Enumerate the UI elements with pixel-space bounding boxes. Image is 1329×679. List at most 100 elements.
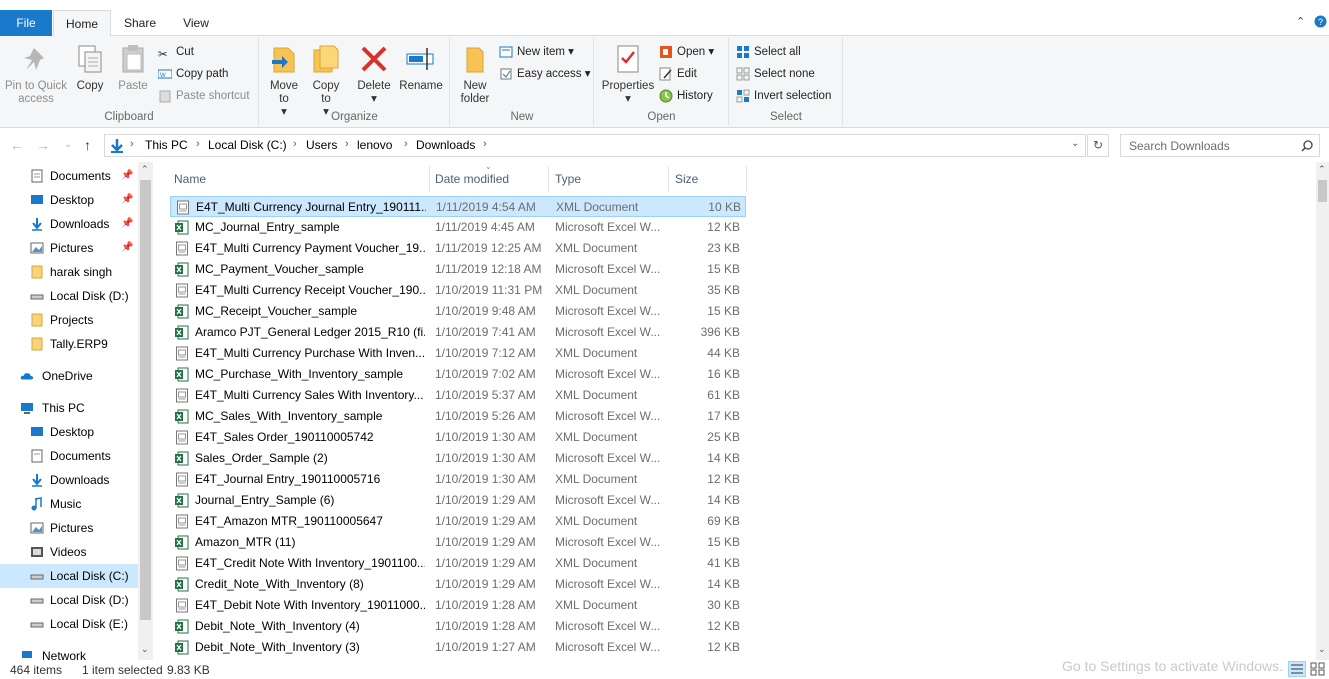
- back-arrow-icon[interactable]: ←: [10, 137, 24, 153]
- copy-path-button[interactable]: W Copy path: [158, 64, 228, 84]
- nav-quick-documents[interactable]: Documents 📌: [0, 164, 138, 188]
- nav-onedrive[interactable]: OneDrive: [0, 364, 138, 388]
- nav-scrollbar-thumb[interactable]: [140, 180, 151, 620]
- select-all-button[interactable]: Select all: [736, 42, 801, 62]
- tab-view[interactable]: View: [170, 10, 222, 36]
- help-icon[interactable]: ?: [1314, 15, 1327, 31]
- file-row[interactable]: Credit_Note_With_Inventory (8) 1/10/2019 …: [170, 574, 746, 595]
- nav-quick-downloads[interactable]: Downloads 📌: [0, 212, 138, 236]
- large-icons-view-icon[interactable]: [1310, 661, 1326, 679]
- nav-quick-pictures[interactable]: Pictures 📌: [0, 236, 138, 260]
- breadcrumb-lenovo[interactable]: lenovo: [357, 138, 392, 152]
- file-list-scrollbar[interactable]: ⌃ ⌄: [1316, 162, 1329, 660]
- nav-pc-documents[interactable]: Documents: [0, 444, 138, 468]
- file-row[interactable]: MC_Purchase_With_Inventory_sample 1/10/20…: [170, 364, 746, 385]
- copy-button[interactable]: Copy: [72, 42, 108, 93]
- file-row[interactable]: E4T_Multi Currency Sales With Inventory.…: [170, 385, 746, 406]
- nav-quick-local-disk-d[interactable]: Local Disk (D:): [0, 284, 138, 308]
- file-row[interactable]: Debit_Note_With_Inventory (3) 1/10/2019 1…: [170, 637, 746, 658]
- cut-button[interactable]: ✂ Cut: [158, 42, 194, 62]
- tab-file[interactable]: File: [0, 10, 52, 36]
- nav-scrollbar[interactable]: ⌃ ⌄: [138, 162, 153, 660]
- tab-home[interactable]: Home: [53, 10, 111, 37]
- nav-label: Projects: [50, 313, 94, 327]
- refresh-icon[interactable]: ↻: [1087, 134, 1109, 157]
- file-row[interactable]: MC_Receipt_Voucher_sample 1/10/2019 9:48 …: [170, 301, 746, 322]
- file-row[interactable]: MC_Payment_Voucher_sample 1/11/2019 12:18…: [170, 259, 746, 280]
- easy-access-button[interactable]: Easy access ▾: [499, 64, 591, 84]
- select-none-button[interactable]: Select none: [736, 64, 815, 84]
- breadcrumb-downloads[interactable]: Downloads: [416, 138, 475, 152]
- file-row[interactable]: E4T_Credit Note With Inventory_1901100..…: [170, 553, 746, 574]
- nav-quick-projects[interactable]: Projects: [0, 308, 138, 332]
- breadcrumb-local-disk-c[interactable]: Local Disk (C:): [208, 138, 287, 152]
- breadcrumb-this-pc[interactable]: This PC: [145, 138, 188, 152]
- nav-pc-local-disk-c[interactable]: Local Disk (C:): [0, 564, 138, 588]
- nav-quick-harak-singh[interactable]: harak singh: [0, 260, 138, 284]
- file-row[interactable]: Amazon_MTR (11) 1/10/2019 1:29 AM Microsof…: [170, 532, 746, 553]
- file-row[interactable]: E4T_Amazon MTR_190110005647 1/10/2019 1:2…: [170, 511, 746, 532]
- nav-network[interactable]: Network: [0, 644, 138, 660]
- paste-button[interactable]: Paste: [114, 42, 152, 93]
- nav-this-pc[interactable]: This PC: [0, 396, 138, 420]
- history-button[interactable]: History: [659, 86, 713, 106]
- properties-button[interactable]: Properties ▾: [599, 42, 657, 106]
- nav-quick-tally-erp9[interactable]: Tally.ERP9: [0, 332, 138, 356]
- scroll-up-arrow-icon[interactable]: ⌃: [141, 164, 149, 175]
- nav-pc-pictures[interactable]: Pictures: [0, 516, 138, 540]
- nav-pc-music[interactable]: Music: [0, 492, 138, 516]
- tab-share[interactable]: Share: [114, 10, 166, 36]
- file-row[interactable]: MC_Sales_With_Inventory_sample 1/10/2019 …: [170, 406, 746, 427]
- file-row[interactable]: Sales_Order_Sample (2) 1/10/2019 1:30 AM M…: [170, 448, 746, 469]
- edit-button[interactable]: Edit: [659, 64, 697, 84]
- scroll-down-arrow-icon[interactable]: ⌄: [141, 644, 149, 655]
- copy-to-button[interactable]: Copy to ▾: [308, 42, 344, 119]
- file-row[interactable]: E4T_Debit Note With Inventory_19011000..…: [170, 595, 746, 616]
- ribbon-collapse-icon[interactable]: ⌃: [1296, 15, 1305, 28]
- file-row[interactable]: Journal_Entry_Sample (6) 1/10/2019 1:29 A…: [170, 490, 746, 511]
- file-row[interactable]: E4T_Multi Currency Payment Voucher_19...…: [170, 238, 746, 259]
- nav-pc-downloads[interactable]: Downloads: [0, 468, 138, 492]
- nav-pc-local-disk-e[interactable]: Local Disk (E:): [0, 612, 138, 636]
- details-view-icon[interactable]: [1288, 661, 1306, 679]
- nav-pc-local-disk-d[interactable]: Local Disk (D:): [0, 588, 138, 612]
- forward-arrow-icon[interactable]: →: [36, 137, 50, 153]
- move-to-button[interactable]: Move to ▾: [266, 42, 302, 119]
- open-button[interactable]: Open ▾: [659, 42, 714, 62]
- search-input[interactable]: Search Downloads: [1120, 134, 1320, 157]
- delete-button[interactable]: Delete ▾: [356, 42, 392, 106]
- file-row[interactable]: E4T_Journal Entry_190110005716 1/10/2019 …: [170, 469, 746, 490]
- pin-to-quick-access-button[interactable]: Pin to Quick access: [2, 42, 70, 106]
- nav-label: Local Disk (D:): [50, 593, 129, 607]
- paste-shortcut-button[interactable]: Paste shortcut: [158, 86, 250, 106]
- address-bar[interactable]: › This PC › Local Disk (C:) › Users › le…: [104, 134, 1086, 157]
- up-arrow-icon[interactable]: ↑: [84, 137, 91, 153]
- scroll-up-arrow-icon[interactable]: ⌃: [1318, 164, 1326, 175]
- rename-button[interactable]: Rename: [398, 42, 444, 93]
- column-header-size[interactable]: Size: [669, 166, 747, 192]
- file-row[interactable]: E4T_Multi Currency Journal Entry_190111.…: [170, 196, 746, 217]
- file-row[interactable]: MC_Journal_Entry_sample 1/11/2019 4:45 AM…: [170, 217, 746, 238]
- column-header-name[interactable]: Name: [168, 166, 430, 192]
- column-header-date-modified[interactable]: Date modified: [429, 166, 549, 192]
- paste-icon: [122, 45, 144, 73]
- column-header-type[interactable]: Type: [549, 166, 669, 192]
- file-row[interactable]: E4T_Multi Currency Receipt Voucher_190..…: [170, 280, 746, 301]
- file-list-scrollbar-thumb[interactable]: [1318, 180, 1327, 202]
- nav-pc-desktop[interactable]: Desktop: [0, 420, 138, 444]
- file-row[interactable]: Aramco PJT_General Ledger 2015_R10 (fi..…: [170, 322, 746, 343]
- new-folder-button[interactable]: New folder: [457, 42, 493, 106]
- new-item-button[interactable]: New item ▾: [499, 42, 574, 62]
- breadcrumb-users[interactable]: Users: [306, 138, 337, 152]
- pinned-icon: 📌: [121, 170, 134, 181]
- file-row[interactable]: E4T_Multi Currency Purchase With Inven..…: [170, 343, 746, 364]
- address-history-chevron-icon[interactable]: ⌄: [1071, 138, 1079, 149]
- file-row[interactable]: E4T_Sales Order_190110005742 1/10/2019 1:…: [170, 427, 746, 448]
- recent-locations-chevron-icon[interactable]: ⌄: [64, 139, 72, 150]
- invert-selection-button[interactable]: Invert selection: [736, 86, 831, 106]
- nav-quick-desktop[interactable]: Desktop 📌: [0, 188, 138, 212]
- nav-pc-videos[interactable]: Videos: [0, 540, 138, 564]
- scroll-down-arrow-icon[interactable]: ⌄: [1318, 644, 1326, 655]
- file-row[interactable]: Debit_Note_With_Inventory (4) 1/10/2019 1…: [170, 616, 746, 637]
- computer-icon: [21, 403, 33, 414]
